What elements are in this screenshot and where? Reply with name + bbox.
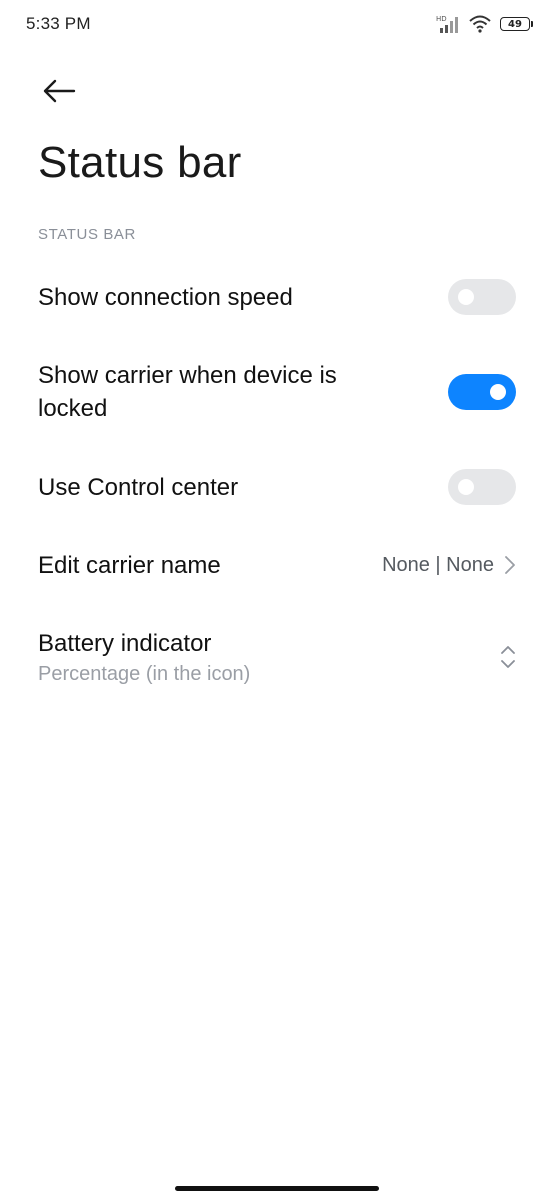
battery-level: 49 bbox=[500, 17, 530, 31]
setting-label: Edit carrier name bbox=[38, 551, 221, 579]
back-button[interactable] bbox=[38, 72, 80, 110]
signal-icon: HD bbox=[436, 15, 458, 33]
chevron-up-down-icon bbox=[501, 646, 515, 668]
arrow-left-icon bbox=[43, 79, 76, 103]
setting-label: Show carrier when device is locked bbox=[38, 362, 337, 422]
battery-icon: 49 bbox=[500, 16, 534, 32]
system-status-bar: 5:33 PM HD 49 bbox=[0, 0, 554, 48]
network-badge: HD bbox=[436, 15, 447, 23]
setting-control-center[interactable]: Use Control center bbox=[0, 458, 554, 516]
battery-indicator-value: Percentage (in the icon) bbox=[38, 662, 251, 685]
setting-label: Show connection speed bbox=[38, 283, 293, 311]
carrier-name-value: None | None bbox=[382, 553, 494, 576]
system-icons: HD 49 bbox=[436, 12, 534, 36]
toggle-knob bbox=[458, 289, 474, 305]
clock: 5:33 PM bbox=[26, 14, 91, 33]
home-indicator[interactable] bbox=[175, 1186, 379, 1191]
setting-battery-indicator[interactable]: Battery indicator Percentage (in the ico… bbox=[0, 622, 554, 692]
setting-connection-speed[interactable]: Show connection speed bbox=[0, 268, 554, 326]
toggle-knob bbox=[458, 479, 474, 495]
connection-speed-toggle[interactable] bbox=[448, 279, 516, 315]
wifi-icon bbox=[469, 15, 491, 33]
control-center-toggle[interactable] bbox=[448, 469, 516, 505]
chevron-right-icon bbox=[505, 556, 515, 574]
setting-carrier-name[interactable]: Edit carrier name None | None bbox=[0, 536, 554, 594]
page-title: Status bar bbox=[38, 138, 242, 187]
toggle-knob bbox=[490, 384, 506, 400]
setting-carrier-locked[interactable]: Show carrier when device is locked bbox=[0, 356, 554, 428]
section-header: STATUS BAR bbox=[38, 226, 136, 243]
setting-label: Battery indicator bbox=[38, 629, 212, 657]
carrier-locked-toggle[interactable] bbox=[448, 374, 516, 410]
setting-label: Use Control center bbox=[38, 473, 239, 501]
